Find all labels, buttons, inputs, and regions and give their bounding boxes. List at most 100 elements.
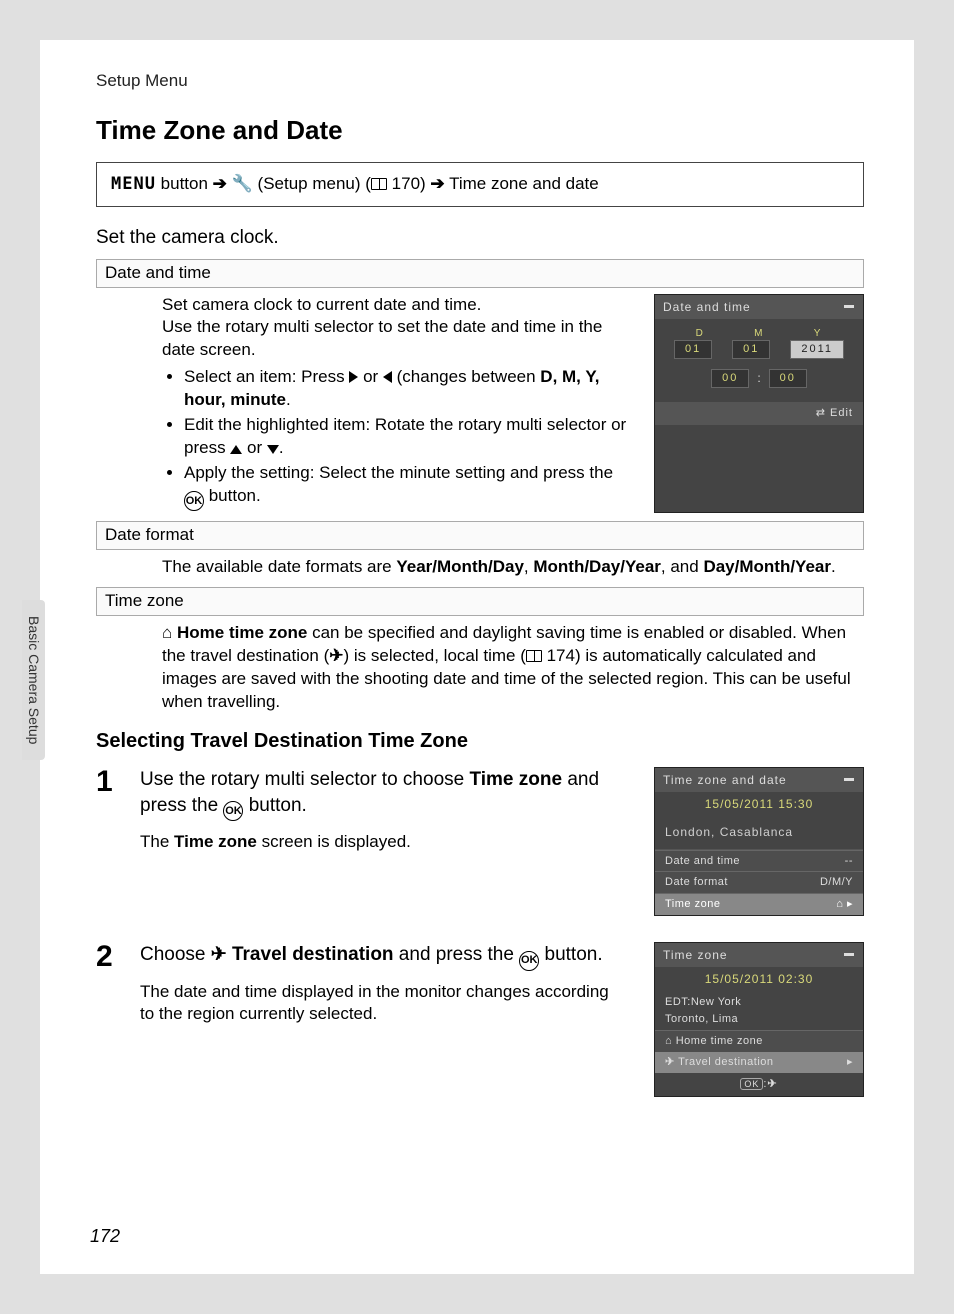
row-label: Time zone [665, 897, 720, 912]
lcd-date-time: Date and time ▬ D M Y 01 01 2011 [654, 294, 864, 514]
label-m: M [754, 327, 764, 341]
row-home-tz: ⌂ Home time zone [655, 1030, 863, 1052]
step-after: The Time zone screen is displayed. [140, 831, 624, 854]
subsection-body: ⌂ Home time zone can be specified and da… [96, 622, 864, 714]
subheader: Date format [96, 521, 864, 550]
chevron-right-icon: ▸ [847, 1055, 853, 1070]
ok-button-icon: OK [519, 951, 539, 971]
page-title: Time Zone and Date [96, 113, 864, 148]
label-d: D [696, 327, 705, 341]
bold-text: Travel destination [232, 944, 394, 965]
battery-icon: ▬ [844, 299, 855, 315]
value-hour: 00 [711, 369, 749, 388]
triangle-right-icon [349, 371, 358, 383]
text: button. [539, 944, 602, 965]
lcd-datetime: 15/05/2011 15:30 [655, 792, 863, 816]
text: The available date formats are [162, 557, 396, 576]
text: Choose [140, 944, 211, 965]
text: Select an item: Press [184, 367, 349, 386]
label-y: Y [814, 327, 823, 341]
step-1: 1 Use the rotary multi selector to choos… [96, 767, 864, 916]
page-number: 172 [90, 1224, 120, 1248]
battery-icon: ▬ [844, 772, 855, 788]
row-value: -- [845, 854, 853, 869]
row-value: D/M/Y [820, 875, 853, 890]
subheader: Date and time [96, 259, 864, 288]
manual-page: Basic Camera Setup Setup Menu Time Zone … [40, 40, 914, 1274]
triangle-down-icon [267, 445, 279, 454]
text: Apply the setting: Select the minute set… [184, 463, 613, 482]
lcd-time-zone: Time zone ▬ 15/05/2011 02:30 EDT:New Yor… [654, 942, 864, 1097]
colon: : [757, 370, 760, 386]
value-minute: 00 [769, 369, 807, 388]
lcd-time-zone-date: Time zone and date ▬ 15/05/2011 15:30 Lo… [654, 767, 864, 916]
text: The [140, 832, 174, 851]
subsection-body: The available date formats are Year/Mont… [96, 556, 864, 579]
section-date-and-time: Date and time Set camera clock to curren… [96, 259, 864, 514]
text: . [279, 438, 284, 457]
value-year: 2011 [790, 340, 844, 359]
bold-text: Day/Month/Year [703, 557, 831, 576]
arrow-right-icon: ➔ [213, 174, 227, 193]
value-month: 01 [732, 340, 770, 359]
text: Time zone and date [445, 174, 599, 193]
row-label: Home time zone [676, 1035, 763, 1047]
lcd-datetime: 15/05/2011 02:30 [655, 967, 863, 991]
step-lead: Use the rotary multi selector to choose … [140, 767, 624, 821]
intro-text: Set the camera clock. [96, 225, 864, 251]
step-2: 2 Choose ✈ Travel destination and press … [96, 942, 864, 1097]
bold-text: Home time zone [177, 623, 307, 642]
step-number: 1 [96, 767, 122, 916]
arrow-right-icon: ➔ [430, 174, 444, 193]
text: 170) [387, 174, 430, 193]
text: Use the rotary multi selector to choose [140, 769, 469, 790]
lcd-title-text: Time zone [663, 947, 728, 963]
text: screen is displayed. [257, 832, 411, 851]
side-tab-label: Basic Camera Setup [22, 600, 45, 760]
ok-small-icon: OK [740, 1078, 763, 1090]
plane-icon: ✈ [211, 942, 227, 968]
subsection-body: Set camera clock to current date and tim… [96, 294, 636, 514]
bold-text: Time zone [174, 832, 257, 851]
ok-button-icon: OK [184, 491, 204, 511]
text: button. [243, 795, 306, 816]
bold-text: Month/Day/Year [533, 557, 661, 576]
book-icon [526, 650, 542, 662]
text: . [831, 557, 836, 576]
section-date-format: Date format The available date formats a… [96, 521, 864, 579]
triangle-up-icon [230, 445, 242, 454]
lcd-title-text: Time zone and date [663, 772, 787, 788]
edit-label: Edit [830, 407, 853, 419]
text: (changes between [392, 367, 540, 386]
home-icon: ⌂ [836, 898, 843, 910]
text: Set camera clock to current date and tim… [162, 294, 636, 317]
text: ) is selected, local time ( [344, 646, 526, 665]
step-after: The date and time displayed in the monit… [140, 981, 624, 1027]
wrench-icon: 🔧 [232, 173, 253, 196]
text: button. [204, 486, 261, 505]
value-day: 01 [674, 340, 712, 359]
bold-text: Year/Month/Day [396, 557, 524, 576]
bullet: Apply the setting: Select the minute set… [184, 462, 636, 511]
swap-icon: ⇄ [816, 407, 826, 419]
subheader: Time zone [96, 587, 864, 616]
bullet: Edit the highlighted item: Rotate the ro… [184, 414, 636, 460]
step-lead: Choose ✈ Travel destination and press th… [140, 942, 624, 970]
menu-glyph: MENU [111, 174, 156, 194]
lcd-title-text: Date and time [663, 299, 751, 315]
row-label: Travel destination [678, 1056, 773, 1068]
bullet: Select an item: Press or (changes betwee… [184, 366, 636, 412]
section-time-zone: Time zone ⌂ Home time zone can be specif… [96, 587, 864, 714]
chevron-right-icon: ▸ [847, 898, 853, 910]
text: Use the rotary multi selector to set the… [162, 316, 636, 362]
text: , [524, 557, 533, 576]
battery-icon: ▬ [844, 947, 855, 963]
book-icon [371, 178, 387, 190]
lcd-city: Toronto, Lima [655, 1012, 863, 1030]
lcd-city: EDT:New York [655, 992, 863, 1013]
step-number: 2 [96, 942, 122, 1097]
plane-icon: ✈ [329, 645, 343, 668]
text: button [156, 174, 213, 193]
text: . [286, 390, 291, 409]
plane-icon: ✈ [767, 1077, 777, 1092]
